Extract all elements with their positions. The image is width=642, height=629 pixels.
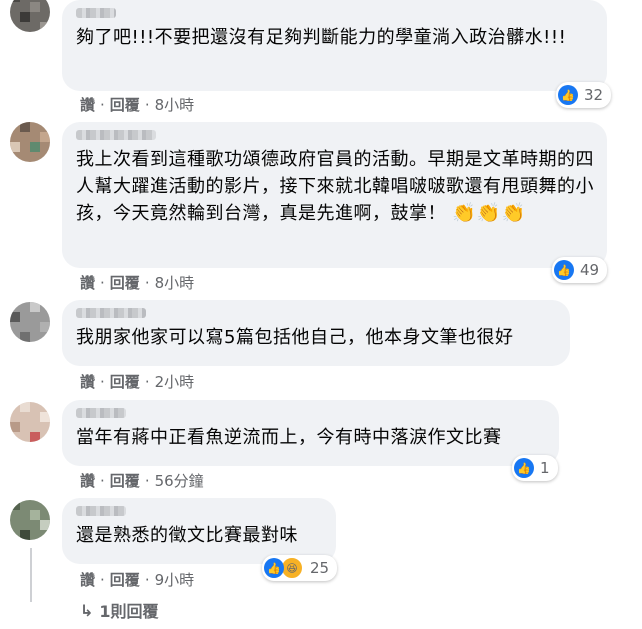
reaction-badge[interactable]: 👍 1 xyxy=(512,455,558,481)
comment-bubble: 當年有蔣中正看魚逆流而上，今有時中落淚作文比賽 xyxy=(62,400,559,466)
comment-text: 還是熟悉的徵文比賽最對味 xyxy=(76,525,298,546)
reaction-count: 32 xyxy=(584,86,604,104)
timestamp[interactable]: 8小時 xyxy=(155,94,195,115)
view-replies-link[interactable]: ↳ 1則回覆 xyxy=(80,598,159,622)
comment-text: 夠了吧!!!不要把還沒有足夠判斷能力的學童淌入政治髒水!!! xyxy=(76,27,567,48)
avatar[interactable] xyxy=(10,500,50,540)
avatar[interactable] xyxy=(10,122,50,162)
comment-bubble: 我朋家他家可以寫5篇包括他自己，他本身文筆也很好 xyxy=(62,300,570,366)
thumbs-up-icon: 👍 xyxy=(554,260,574,280)
reply-arrow-icon: ↳ xyxy=(80,600,94,620)
avatar[interactable] xyxy=(10,302,50,342)
timestamp[interactable]: 9小時 xyxy=(155,569,195,590)
comment-meta: 讚 · 回覆 · 8小時 xyxy=(80,272,195,293)
timestamp[interactable]: 2小時 xyxy=(155,371,195,392)
like-button[interactable]: 讚 xyxy=(80,371,95,392)
clapping-hands-icon: 👏👏👏 xyxy=(452,202,527,224)
like-button[interactable]: 讚 xyxy=(80,94,95,115)
comment-meta: 讚 · 回覆 · 56分鐘 xyxy=(80,470,204,491)
comment-meta: 讚 · 回覆 · 2小時 xyxy=(80,371,195,392)
comment-meta: 讚 · 回覆 · 8小時 xyxy=(80,94,195,115)
avatar[interactable] xyxy=(10,402,50,442)
comment-text: 當年有蔣中正看魚逆流而上，今有時中落淚作文比賽 xyxy=(76,427,502,448)
reaction-count: 49 xyxy=(580,261,600,279)
comment-bubble: 我上次看到這種歌功頌德政府官員的活動。早期是文革時期的四人幫大躍進活動的影片，接… xyxy=(62,122,607,268)
reaction-badge[interactable]: 👍 49 xyxy=(552,257,608,283)
author-name-blurred[interactable] xyxy=(76,408,126,418)
reaction-badge[interactable]: 👍 32 xyxy=(556,82,612,108)
thumbs-up-icon: 👍 xyxy=(264,558,284,578)
comment-meta: 讚 · 回覆 · 9小時 xyxy=(80,569,195,590)
avatar[interactable] xyxy=(10,0,50,32)
timestamp[interactable]: 56分鐘 xyxy=(155,470,204,491)
comment-text: 我朋家他家可以寫5篇包括他自己，他本身文筆也很好 xyxy=(76,327,514,348)
comment-bubble: 夠了吧!!!不要把還沒有足夠判斷能力的學童淌入政治髒水!!! xyxy=(62,0,607,91)
replies-count-label: 1則回覆 xyxy=(99,602,159,621)
reply-button[interactable]: 回覆 xyxy=(110,470,140,491)
like-button[interactable]: 讚 xyxy=(80,470,95,491)
author-name-blurred[interactable] xyxy=(76,506,126,516)
author-name-blurred[interactable] xyxy=(76,130,156,140)
like-button[interactable]: 讚 xyxy=(80,569,95,590)
timestamp[interactable]: 8小時 xyxy=(155,272,195,293)
reply-button[interactable]: 回覆 xyxy=(110,94,140,115)
like-button[interactable]: 讚 xyxy=(80,272,95,293)
reply-button[interactable]: 回覆 xyxy=(110,371,140,392)
reply-button[interactable]: 回覆 xyxy=(110,569,140,590)
thumbs-up-icon: 👍 xyxy=(558,85,578,105)
reply-button[interactable]: 回覆 xyxy=(110,272,140,293)
reply-thread-line xyxy=(30,548,32,602)
reaction-badge[interactable]: 👍 😆 25 xyxy=(262,555,338,581)
reaction-count: 25 xyxy=(310,559,330,577)
reaction-count: 1 xyxy=(540,459,550,477)
thumbs-up-icon: 👍 xyxy=(514,458,534,478)
author-name-blurred[interactable] xyxy=(76,308,146,318)
author-name-blurred[interactable] xyxy=(76,8,116,18)
